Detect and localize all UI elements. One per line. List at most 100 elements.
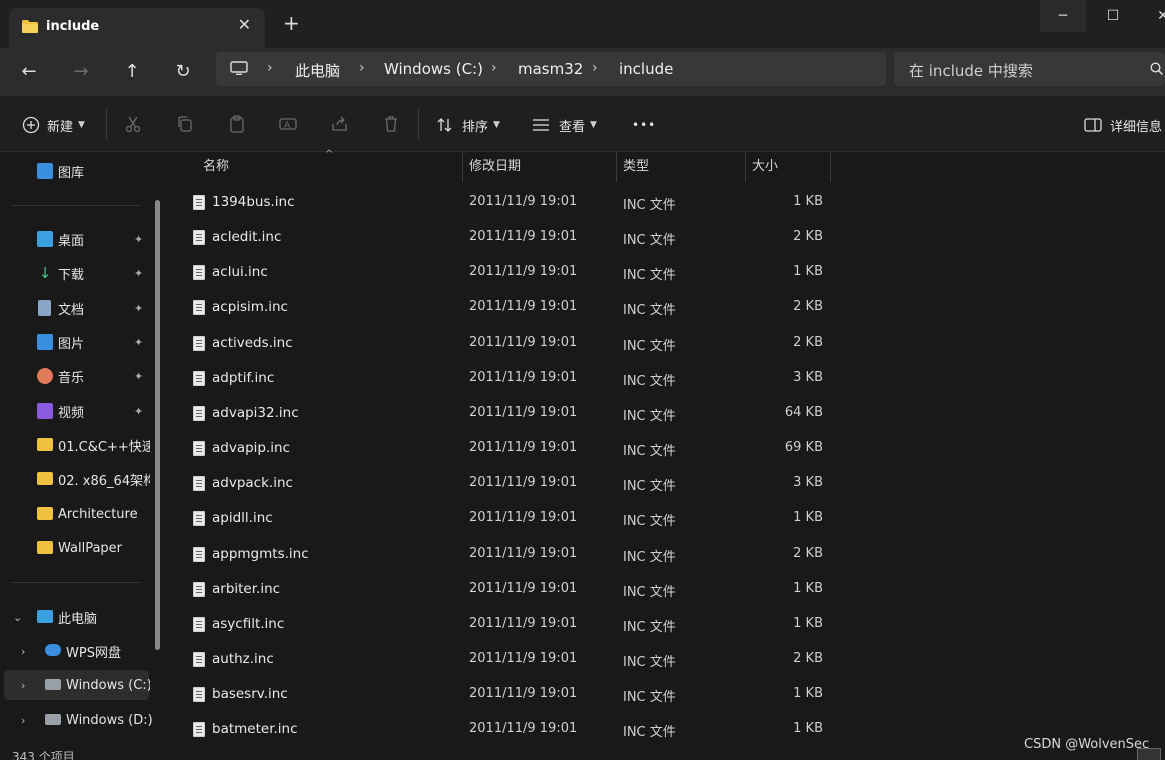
forward-button[interactable]: → (67, 58, 95, 86)
chevron-right-icon[interactable]: › (21, 645, 25, 658)
column-divider[interactable] (745, 152, 746, 182)
rename-icon[interactable]: A (278, 114, 298, 134)
delete-icon[interactable] (381, 114, 401, 134)
column-divider[interactable] (830, 152, 831, 182)
breadcrumb-separator: › (359, 60, 365, 76)
file-type: INC 文件 (623, 584, 676, 600)
file-row[interactable]: authz.inc 2011/11/9 19:01 INC 文件 2 KB (170, 642, 830, 677)
file-icon (193, 581, 205, 597)
sidebar-item-folder-wallpaper[interactable]: WallPaper (0, 533, 150, 563)
chevron-down-icon: ▼ (78, 120, 85, 130)
sidebar-item-this-pc[interactable]: ⌄ 此电脑 (0, 602, 150, 632)
up-button[interactable]: ↑ (118, 58, 146, 86)
file-row[interactable]: arbiter.inc 2011/11/9 19:01 INC 文件 1 KB (170, 572, 830, 607)
sidebar-item-drive-c[interactable]: › Windows (C:) (4, 670, 150, 700)
file-row[interactable]: apidll.inc 2011/11/9 19:01 INC 文件 1 KB (170, 501, 830, 536)
new-tab-button[interactable]: + (283, 13, 300, 33)
breadcrumb-masm32[interactable]: masm32 (518, 60, 583, 78)
file-date: 2011/11/9 19:01 (469, 299, 578, 315)
breadcrumb-drive-c[interactable]: Windows (C:) (384, 60, 483, 78)
sidebar-item-music[interactable]: 音乐 ✦ (0, 361, 150, 391)
tab-label: include (46, 19, 100, 34)
details-pane-button[interactable]: 详细信息 (1084, 114, 1162, 136)
file-row[interactable]: appmgmts.inc 2011/11/9 19:01 INC 文件 2 KB (170, 537, 830, 572)
sidebar-item-drive-d[interactable]: › Windows (D:) (0, 705, 153, 735)
pin-icon: ✦ (134, 266, 144, 280)
close-window-button[interactable]: ✕ (1140, 0, 1165, 32)
search-input[interactable]: 在 include 中搜索 (894, 52, 1165, 86)
file-row[interactable]: asycfilt.inc 2011/11/9 19:01 INC 文件 1 KB (170, 607, 830, 642)
toolbar-divider (418, 108, 419, 140)
column-header-date[interactable]: 修改日期 (469, 152, 521, 182)
music-icon (37, 368, 53, 384)
copy-icon[interactable] (175, 114, 195, 134)
share-icon[interactable] (330, 114, 350, 134)
file-row[interactable]: acledit.inc 2011/11/9 19:01 INC 文件 2 KB (170, 220, 830, 255)
file-size: 1 KB (793, 615, 823, 631)
sidebar-item-videos[interactable]: 视频 ✦ (0, 396, 150, 426)
sidebar-item-folder-x86[interactable]: 02. x86_64架构 (0, 464, 150, 494)
sidebar-item-pictures[interactable]: 图片 ✦ (0, 327, 150, 357)
search-placeholder: 在 include 中搜索 (909, 62, 1033, 80)
sidebar-item-desktop[interactable]: 桌面 ✦ (0, 224, 150, 254)
view-button-label: 查看 (559, 119, 586, 135)
file-row[interactable]: activeds.inc 2011/11/9 19:01 INC 文件 2 KB (170, 326, 830, 361)
file-row[interactable]: advpack.inc 2011/11/9 19:01 INC 文件 3 KB (170, 466, 830, 501)
view-button[interactable]: 查看 ▼ (532, 114, 597, 136)
cut-icon[interactable] (123, 114, 143, 134)
gallery-icon (37, 163, 53, 179)
sidebar-item-downloads[interactable]: ↓ 下载 ✦ (0, 258, 150, 288)
minimize-button[interactable]: ─ (1040, 0, 1086, 32)
sidebar-item-label: WallPaper (58, 540, 123, 556)
folder-icon (37, 472, 53, 485)
file-row[interactable]: advapi32.inc 2011/11/9 19:01 INC 文件 64 KB (170, 396, 830, 431)
breadcrumb-include[interactable]: include (619, 60, 673, 78)
refresh-button[interactable]: ↻ (169, 58, 197, 86)
computer-icon (230, 61, 248, 75)
file-row[interactable]: 1394bus.inc 2011/11/9 19:01 INC 文件 1 KB (170, 185, 830, 220)
sidebar-item-wps-cloud[interactable]: › WPS网盘 (0, 636, 150, 666)
chevron-down-icon[interactable]: ⌄ (13, 611, 22, 624)
sidebar-item-gallery[interactable]: 图库 (0, 156, 150, 186)
file-row[interactable]: advapip.inc 2011/11/9 19:01 INC 文件 69 KB (170, 431, 830, 466)
column-divider[interactable] (616, 152, 617, 182)
paste-icon[interactable] (227, 114, 247, 134)
file-name: acledit.inc (212, 229, 282, 246)
column-header-size[interactable]: 大小 (752, 152, 778, 182)
file-row[interactable]: adptif.inc 2011/11/9 19:01 INC 文件 3 KB (170, 361, 830, 396)
file-date: 2011/11/9 19:01 (469, 615, 578, 631)
new-button[interactable]: 新建 ▼ (22, 114, 85, 136)
sidebar-item-folder-cpp[interactable]: 01.C&C++快速 (0, 430, 150, 460)
file-name: asycfilt.inc (212, 615, 285, 632)
breadcrumb-this-pc[interactable]: 此电脑 (295, 60, 340, 81)
column-header-name[interactable]: 名称 (203, 152, 229, 182)
sidebar-scrollbar[interactable] (155, 200, 160, 650)
view-toggle-button[interactable] (1137, 748, 1161, 760)
sidebar-divider (11, 205, 141, 206)
sidebar-item-label: 桌面 (58, 233, 85, 249)
file-name: arbiter.inc (212, 580, 281, 597)
file-icon (193, 722, 205, 738)
chevron-right-icon[interactable]: › (21, 714, 25, 727)
file-row[interactable]: aclui.inc 2011/11/9 19:01 INC 文件 1 KB (170, 255, 830, 290)
sort-button[interactable]: 排序 ▼ (436, 114, 500, 136)
back-button[interactable]: ← (15, 58, 43, 86)
column-header-type[interactable]: 类型 (623, 152, 649, 182)
tab-close-icon[interactable]: ✕ (238, 15, 251, 34)
chevron-right-icon[interactable]: › (21, 679, 25, 692)
column-divider[interactable] (462, 152, 463, 182)
file-row[interactable]: batmeter.inc 2011/11/9 19:01 INC 文件 1 KB (170, 712, 830, 747)
file-row[interactable]: acpisim.inc 2011/11/9 19:01 INC 文件 2 KB (170, 290, 830, 325)
sidebar-item-folder-architecture[interactable]: Architecture (0, 499, 150, 529)
file-icon (193, 687, 205, 703)
file-size: 1 KB (793, 264, 823, 280)
sidebar-item-documents[interactable]: 文档 ✦ (0, 293, 150, 323)
address-bar[interactable]: › 此电脑 › Windows (C:) › masm32 › include (216, 52, 886, 86)
maximize-button[interactable]: ☐ (1090, 0, 1136, 32)
sort-ascending-icon: ^ (325, 149, 334, 160)
more-options-button[interactable]: ••• (632, 114, 656, 136)
file-date: 2011/11/9 19:01 (469, 404, 578, 420)
file-row[interactable]: basesrv.inc 2011/11/9 19:01 INC 文件 1 KB (170, 677, 830, 712)
tab-include[interactable]: include ✕ (9, 8, 265, 48)
file-type: INC 文件 (623, 725, 676, 741)
